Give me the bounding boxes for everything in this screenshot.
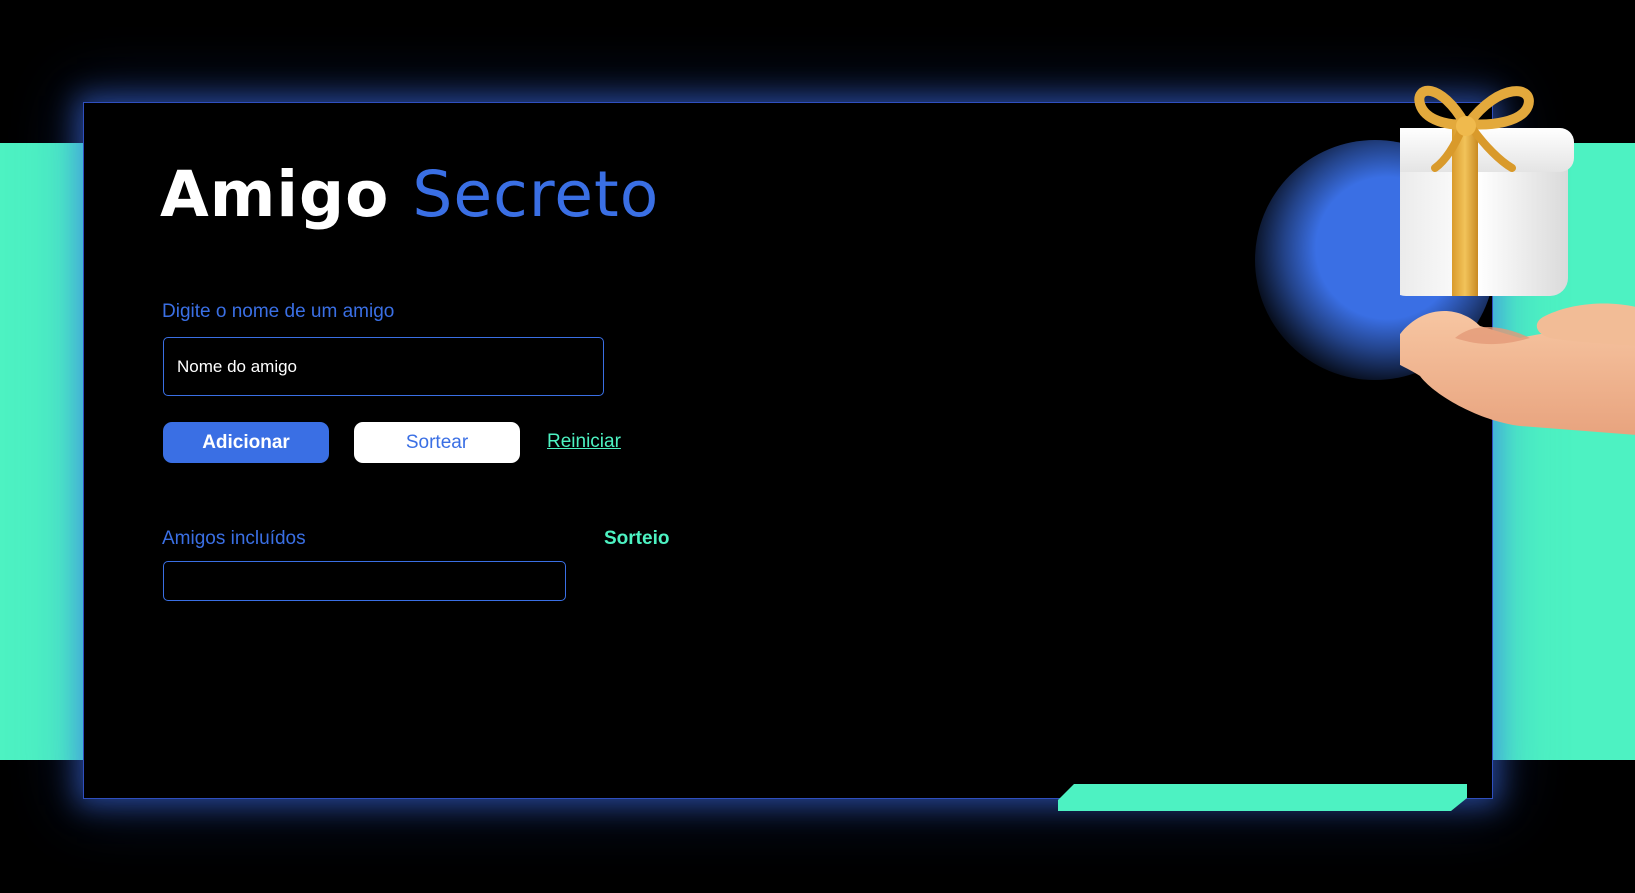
friend-name-input[interactable] bbox=[163, 337, 604, 396]
page-title-amigo: Amigo bbox=[160, 158, 390, 231]
add-button[interactable]: Adicionar bbox=[163, 422, 329, 463]
app-root: Amigo Secreto Digite o nome de um amigo … bbox=[0, 0, 1635, 893]
reset-link[interactable]: Reiniciar bbox=[547, 431, 621, 453]
draw-result-heading: Sorteio bbox=[604, 528, 670, 549]
mint-decorative-strip bbox=[1058, 784, 1467, 811]
friend-name-label: Digite o nome de um amigo bbox=[162, 301, 395, 322]
draw-button[interactable]: Sortear bbox=[354, 422, 520, 463]
friends-list bbox=[163, 561, 566, 601]
page-title: Amigo Secreto bbox=[160, 163, 659, 226]
friends-list-heading: Amigos incluídos bbox=[162, 528, 306, 549]
gift-on-hand-icon bbox=[1400, 85, 1635, 435]
page-title-secreto: Secreto bbox=[412, 158, 660, 231]
